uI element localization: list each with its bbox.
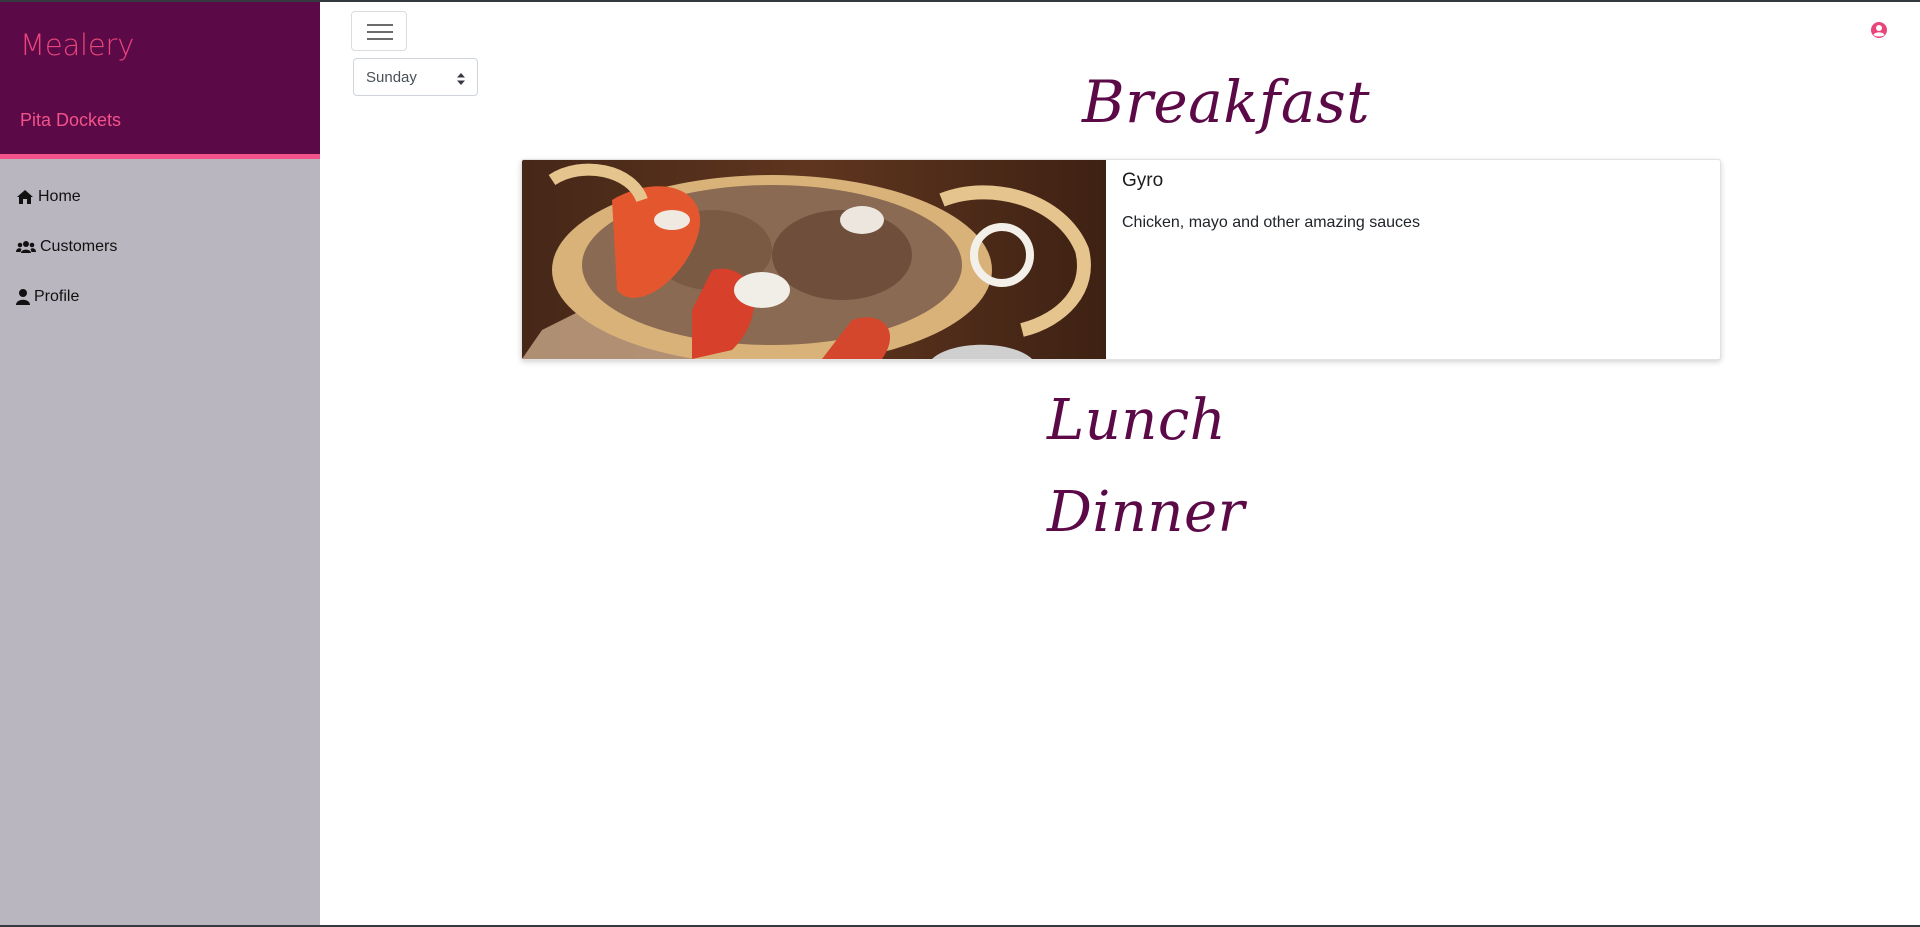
day-select-value: Sunday <box>366 69 417 86</box>
organization-name: Pita Dockets <box>20 110 122 130</box>
select-arrows-icon <box>457 72 465 85</box>
day-select[interactable]: Sunday <box>353 58 478 96</box>
lunch-title: Lunch <box>1047 388 1227 453</box>
sidebar-nav: Home Customers Profile <box>0 172 320 322</box>
meal-card[interactable]: Gyro Chicken, mayo and other amazing sau… <box>521 159 1721 360</box>
hamburger-menu-button[interactable] <box>351 11 407 51</box>
sidebar-item-label: Profile <box>34 288 80 305</box>
sidebar-item-label: Customers <box>40 238 118 255</box>
meal-name: Gyro <box>1122 170 1164 191</box>
users-icon <box>16 238 36 256</box>
sidebar-item-customers[interactable]: Customers <box>0 222 320 272</box>
app-brand[interactable]: Mealery <box>20 28 134 62</box>
sidebar-accent-bar <box>0 154 320 159</box>
home-icon <box>16 188 34 206</box>
meal-description: Chicken, mayo and other amazing sauces <box>1122 214 1420 231</box>
sidebar: Mealery Pita Dockets Home Customers Prof… <box>0 2 320 925</box>
sidebar-item-profile[interactable]: Profile <box>0 272 320 322</box>
sidebar-header: Mealery Pita Dockets <box>0 2 320 154</box>
main-content: Sunday Breakfast Gyro Chicken, mayo and … <box>320 2 1920 925</box>
breakfast-title: Breakfast <box>1082 68 1371 136</box>
sidebar-item-home[interactable]: Home <box>0 172 320 222</box>
user-circle-icon[interactable] <box>1870 21 1888 39</box>
sidebar-item-label: Home <box>38 188 81 205</box>
gyro-image <box>522 160 1106 359</box>
user-icon <box>16 288 30 306</box>
dinner-title: Dinner <box>1047 480 1245 545</box>
